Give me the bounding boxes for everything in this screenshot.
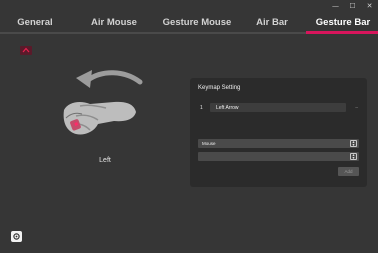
entry-key-field[interactable]: Left Arrow <box>210 103 346 112</box>
keymap-entry-row: 1 Left Arrow – <box>200 103 358 112</box>
app-window: — ☐ ✕ General Air Mouse Gesture Mouse Ai… <box>0 0 378 253</box>
tab-gesture-bar[interactable]: Gesture Bar <box>308 12 378 32</box>
close-button[interactable]: ✕ <box>361 0 378 12</box>
remove-entry-button[interactable]: – <box>346 105 358 111</box>
tab-air-bar[interactable]: Air Bar <box>236 12 308 32</box>
entry-number: 1 <box>200 104 203 111</box>
input-type-select[interactable]: Mouse ▲ ▼ <box>198 139 359 148</box>
tab-gesture-mouse[interactable]: Gesture Mouse <box>158 12 236 32</box>
settings-icon[interactable] <box>11 231 22 242</box>
tab-general[interactable]: General <box>0 12 70 32</box>
add-button[interactable]: Add <box>338 167 359 176</box>
keymap-panel: Keymap Setting 1 Left Arrow – Mouse ▲ ▼ ▲… <box>190 78 367 187</box>
gesture-name-label: Left <box>99 157 111 164</box>
device-status-icon <box>20 46 32 55</box>
select-spinner-icon[interactable]: ▲ ▼ <box>350 153 357 160</box>
input-type-value: Mouse <box>202 141 216 146</box>
minimize-button[interactable]: — <box>327 0 344 12</box>
hand-swipe-left-icon <box>63 70 143 135</box>
maximize-button[interactable]: ☐ <box>344 0 361 12</box>
window-controls: — ☐ ✕ <box>327 0 378 12</box>
select-spinner-icon[interactable]: ▲ ▼ <box>350 140 357 147</box>
gear-icon <box>13 233 20 240</box>
active-tab-indicator <box>306 31 378 34</box>
panel-title: Keymap Setting <box>198 85 241 91</box>
tab-air-mouse[interactable]: Air Mouse <box>70 12 158 32</box>
key-select[interactable]: ▲ ▼ <box>198 152 359 161</box>
